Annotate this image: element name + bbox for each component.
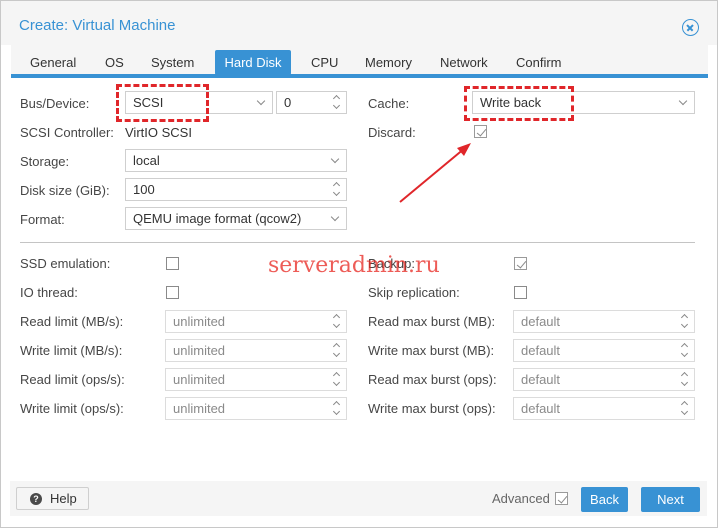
advanced-checkbox[interactable] xyxy=(555,492,568,505)
spinner-icon[interactable] xyxy=(328,369,346,390)
write-limit-mb-field[interactable]: unlimited xyxy=(165,339,347,362)
storage-select[interactable]: local xyxy=(125,149,347,172)
storage-value: local xyxy=(133,153,160,168)
close-icon[interactable] xyxy=(682,19,699,36)
scsi-controller-label: SCSI Controller: xyxy=(20,125,114,140)
read-limit-mb-label: Read limit (MB/s): xyxy=(20,314,124,329)
discard-checkbox[interactable] xyxy=(474,125,487,138)
spinner-icon[interactable] xyxy=(328,311,346,332)
read-limit-ops-label: Read limit (ops/s): xyxy=(20,372,125,387)
write-limit-mb-placeholder: unlimited xyxy=(173,343,226,358)
tab-hard-disk[interactable]: Hard Disk xyxy=(215,50,291,75)
device-number-value: 0 xyxy=(284,95,292,110)
write-limit-ops-field[interactable]: unlimited xyxy=(165,397,347,420)
ssd-emulation-label: SSD emulation: xyxy=(20,256,111,271)
watermark-text: serveradmin.ru xyxy=(268,253,440,278)
spinner-icon[interactable] xyxy=(676,311,694,332)
window-titlebar: Create: Virtual Machine xyxy=(1,1,717,45)
tab-general[interactable]: General xyxy=(21,50,85,75)
read-max-burst-mb-field[interactable]: default xyxy=(513,310,695,333)
read-max-burst-mb-placeholder: default xyxy=(521,314,561,329)
disk-size-label: Disk size (GiB): xyxy=(20,183,110,198)
help-button-label: Help xyxy=(50,491,77,506)
spinner-icon[interactable] xyxy=(676,369,694,390)
format-label: Format: xyxy=(20,212,65,227)
spinner-icon[interactable] xyxy=(328,179,346,200)
advanced-separator xyxy=(20,242,695,243)
disk-size-value: 100 xyxy=(133,182,155,197)
write-limit-ops-label: Write limit (ops/s): xyxy=(20,401,124,416)
tab-cpu[interactable]: CPU xyxy=(302,50,347,75)
window-title: Create: Virtual Machine xyxy=(19,17,176,34)
skip-replication-checkbox[interactable] xyxy=(514,286,527,299)
read-limit-mb-field[interactable]: unlimited xyxy=(165,310,347,333)
next-button[interactable]: Next xyxy=(641,487,700,512)
chevron-down-icon[interactable] xyxy=(326,150,346,171)
spinner-icon[interactable] xyxy=(328,340,346,361)
scsi-controller-value: VirtIO SCSI xyxy=(125,125,192,140)
annotation-arrow-icon xyxy=(399,143,471,203)
wizard-footer: ? Help Advanced Back Next xyxy=(10,481,707,516)
read-max-burst-ops-placeholder: default xyxy=(521,372,561,387)
spinner-icon[interactable] xyxy=(328,398,346,419)
advanced-label: Advanced xyxy=(492,491,550,506)
tab-memory[interactable]: Memory xyxy=(356,50,421,75)
tab-system[interactable]: System xyxy=(142,50,203,75)
write-max-burst-ops-field[interactable]: default xyxy=(513,397,695,420)
help-button[interactable]: ? Help xyxy=(16,487,89,510)
io-thread-label: IO thread: xyxy=(20,285,78,300)
bus-device-label: Bus/Device: xyxy=(20,96,90,111)
spinner-icon[interactable] xyxy=(328,92,346,113)
help-icon: ? xyxy=(30,493,42,505)
read-max-burst-ops-field[interactable]: default xyxy=(513,368,695,391)
write-max-burst-mb-label: Write max burst (MB): xyxy=(368,343,495,358)
annotation-highlight-bus xyxy=(116,84,209,122)
backup-checkbox[interactable] xyxy=(514,257,527,270)
spinner-icon[interactable] xyxy=(676,398,694,419)
tab-os[interactable]: OS xyxy=(96,50,133,75)
disk-size-field[interactable]: 100 xyxy=(125,178,347,201)
storage-label: Storage: xyxy=(20,154,70,169)
spinner-icon[interactable] xyxy=(676,340,694,361)
write-max-burst-ops-placeholder: default xyxy=(521,401,561,416)
write-limit-mb-label: Write limit (MB/s): xyxy=(20,343,123,358)
write-max-burst-ops-label: Write max burst (ops): xyxy=(368,401,496,416)
io-thread-checkbox[interactable] xyxy=(166,286,179,299)
chevron-down-icon[interactable] xyxy=(252,92,272,113)
read-limit-mb-placeholder: unlimited xyxy=(173,314,226,329)
discard-label: Discard: xyxy=(368,125,416,140)
read-limit-ops-field[interactable]: unlimited xyxy=(165,368,347,391)
wizard-tabbar: General OS System Hard Disk CPU Memory N… xyxy=(11,45,708,78)
write-max-burst-mb-field[interactable]: default xyxy=(513,339,695,362)
chevron-down-icon[interactable] xyxy=(674,92,694,113)
device-number-field[interactable]: 0 xyxy=(276,91,347,114)
back-button[interactable]: Back xyxy=(581,487,628,512)
write-max-burst-mb-placeholder: default xyxy=(521,343,561,358)
skip-replication-label: Skip replication: xyxy=(368,285,460,300)
chevron-down-icon[interactable] xyxy=(326,208,346,229)
tab-confirm[interactable]: Confirm xyxy=(507,50,571,75)
read-limit-ops-placeholder: unlimited xyxy=(173,372,226,387)
read-max-burst-ops-label: Read max burst (ops): xyxy=(368,372,497,387)
ssd-emulation-checkbox[interactable] xyxy=(166,257,179,270)
write-limit-ops-placeholder: unlimited xyxy=(173,401,226,416)
tab-network[interactable]: Network xyxy=(431,50,497,75)
format-select[interactable]: QEMU image format (qcow2) xyxy=(125,207,347,230)
format-value: QEMU image format (qcow2) xyxy=(133,211,302,226)
annotation-highlight-cache xyxy=(464,86,574,121)
read-max-burst-mb-label: Read max burst (MB): xyxy=(368,314,496,329)
cache-label: Cache: xyxy=(368,96,410,111)
